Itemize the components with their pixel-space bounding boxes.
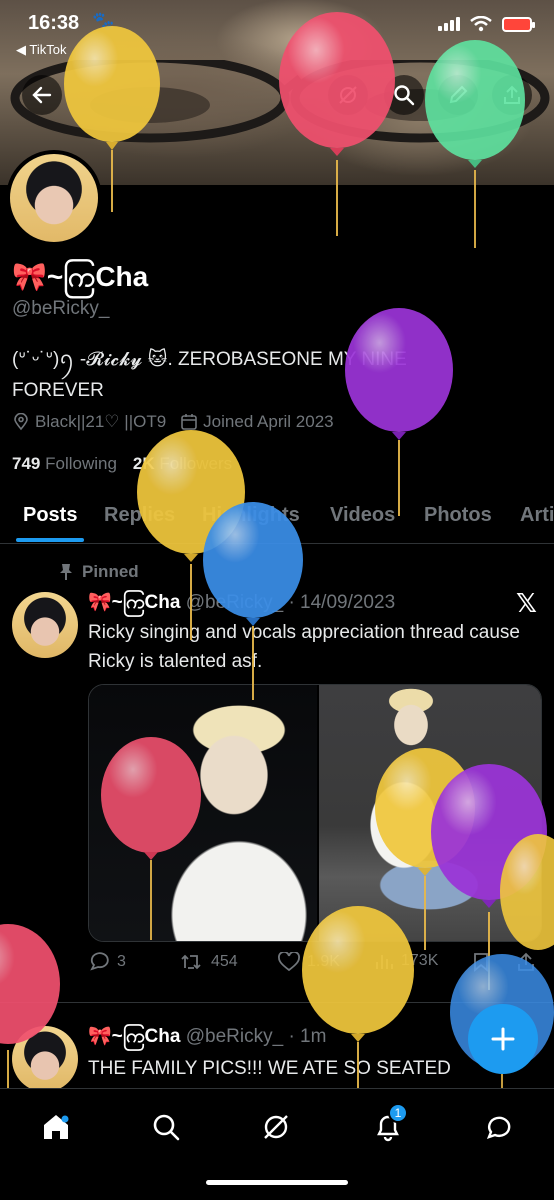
search-icon [394,85,415,106]
x-logo-icon: 𝕏 [516,588,537,618]
views-button[interactable]: 173K [374,952,438,970]
profile-tabs: Posts Replies Highlights Videos Photos A… [0,490,554,544]
back-to-app-link[interactable]: ◀ TikTok [16,42,66,58]
post-media[interactable] [88,684,542,942]
post-author-name[interactable]: 🎀~ကြCha [88,1026,180,1047]
reply-button[interactable]: 3 [88,952,126,972]
views-count: 173K [401,952,439,969]
calendar-icon [181,414,197,430]
tab-posts[interactable]: Posts [23,504,77,527]
repost-count: 454 [211,953,238,970]
active-tab-indicator [16,538,84,542]
bio-line: (ᐡ˙ᵕ˙ᐡ)ꪆ -𝓡𝓲𝓬𝓴𝔂 🐱. ZEROBASEONE MY NINE [12,349,407,370]
post-header: 🎀~ကြCha @beRicky_ · 1m [88,1024,326,1052]
like-count: 1.9K [307,953,340,970]
cellular-signal-icon [438,17,460,31]
grok-button[interactable] [328,75,368,115]
compose-post-button[interactable] [468,1004,538,1074]
profile-location: Black||21♡ ||OT9 [35,412,167,431]
message-bubble-icon [486,1116,511,1139]
home-icon [44,1115,69,1139]
pinned-label: Pinned [82,562,139,581]
nav-search[interactable] [146,1107,186,1147]
following-count: 749 [12,454,41,473]
repost-icon [181,954,201,970]
profile-joined: Joined April 2023 [203,412,334,431]
post-divider [0,1002,554,1003]
post-avatar[interactable] [12,592,78,658]
arrow-left-icon [32,86,52,104]
nav-home[interactable] [36,1107,76,1147]
post-text[interactable]: THE FAMILY PICS!!! WE ATE SO SEATED [88,1054,538,1083]
following-label: Following [45,454,117,473]
tab-videos[interactable]: Videos [330,504,395,527]
bookmark-icon [474,953,488,972]
wifi-icon [470,16,492,32]
status-time: 16:38 [28,12,80,34]
bookmark-button[interactable] [472,952,490,972]
notifications-badge: 1 [388,1103,408,1123]
profile-meta: Black||21♡ ||OT9 Joined April 2023 [12,412,334,432]
pencil-icon [449,85,468,104]
followers-label: Followers [159,454,233,473]
post-image[interactable] [89,685,317,941]
post-date: · 14/09/2023 [288,592,396,613]
tab-photos[interactable]: Photos [424,504,492,527]
plus-icon [491,1027,515,1051]
back-button[interactable] [22,75,62,115]
like-button[interactable]: 1.9K [278,952,340,972]
balloon [345,308,453,516]
battery-icon [502,16,535,32]
post-header: 🎀~ကြCha @beRicky_ · 14/09/2023 [88,590,395,618]
share-post-button[interactable] [516,952,536,972]
followers-link[interactable]: 2K Followers [133,454,232,474]
nav-grok[interactable] [256,1107,296,1147]
home-indicator [206,1180,348,1185]
status-bar: 16:38 🐾 ◀ TikTok [0,0,554,64]
share-icon [518,952,534,971]
paw-icon: 🐾 [92,11,115,31]
post-author-handle: @beRicky_ [185,1026,284,1047]
reply-icon [90,952,109,971]
reply-count: 3 [117,953,126,970]
post-avatar[interactable] [12,1026,78,1092]
tab-articles[interactable]: Arti [520,504,554,527]
profile-handle: @beRicky_ [12,298,110,319]
pinned-indicator: Pinned [58,562,139,582]
post-image[interactable] [319,685,541,941]
grok-icon [339,86,357,104]
bio-line: FOREVER [12,380,104,401]
profile-bio: (ᐡ˙ᵕ˙ᐡ)ꪆ -𝓡𝓲𝓬𝓴𝔂 🐱. ZEROBASEONE MY NINE F… [12,344,532,406]
heart-icon [278,952,300,972]
location-pin-icon [14,413,28,431]
views-icon [376,955,393,969]
post-author-handle: @beRicky_ [185,592,284,613]
share-button[interactable] [492,75,532,115]
profile-name: 🎀~ကြCha [12,261,149,292]
nav-notifications[interactable]: 1 [368,1103,408,1147]
repost-button[interactable]: 454 [180,952,238,972]
follow-stats: 749 Following 2K Followers [12,454,232,474]
post-author-name[interactable]: 🎀~ကြCha [88,592,180,613]
post-text[interactable]: Ricky singing and vocals appreciation th… [88,618,538,676]
tab-replies[interactable]: Replies [104,504,175,527]
nav-messages[interactable] [478,1107,518,1147]
edit-button[interactable] [438,75,478,115]
search-button[interactable] [384,75,424,115]
post-time: · 1m [288,1026,327,1047]
followers-count: 2K [132,454,155,473]
share-icon [504,85,520,104]
search-icon [153,1114,180,1141]
following-link[interactable]: 749 Following [12,454,117,474]
tab-highlights[interactable]: Highlights [202,504,300,527]
grok-icon [264,1115,288,1139]
profile-avatar[interactable] [6,150,102,246]
pin-icon [60,564,72,580]
